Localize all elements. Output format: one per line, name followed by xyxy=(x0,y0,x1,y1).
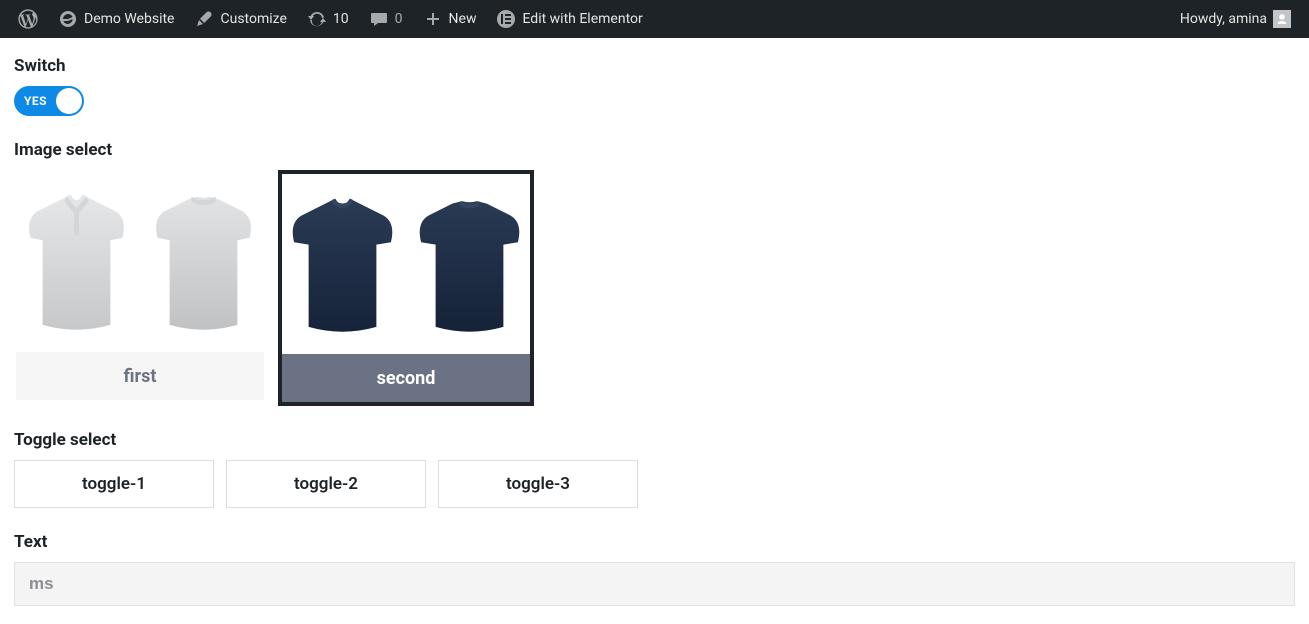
text-field-label: Text xyxy=(14,532,1295,552)
comment-icon xyxy=(369,9,389,29)
toggle-option-3[interactable]: toggle-3 xyxy=(438,460,638,508)
toggle-option-label: toggle-2 xyxy=(294,474,358,494)
switch-field: Switch YES xyxy=(14,56,1295,116)
toggle-option-2[interactable]: toggle-2 xyxy=(226,460,426,508)
comments-count: 0 xyxy=(395,11,403,27)
elementor-label: Edit with Elementor xyxy=(522,11,642,27)
site-name-label: Demo Website xyxy=(84,11,174,27)
tshirt-back-icon xyxy=(409,189,530,339)
plus-icon xyxy=(423,9,443,29)
polo-front-icon xyxy=(16,187,137,337)
refresh-icon xyxy=(307,9,327,29)
updates-count: 10 xyxy=(333,11,349,27)
new-label: New xyxy=(449,11,477,27)
customize-link[interactable]: Customize xyxy=(184,0,296,38)
switch-knob xyxy=(56,88,82,114)
customize-label: Customize xyxy=(220,11,286,27)
wordpress-icon xyxy=(18,9,38,29)
image-select-field: Image select xyxy=(14,140,1295,406)
toggle-select-label: Toggle select xyxy=(14,430,1295,450)
product-image-tshirts xyxy=(282,174,530,354)
brush-icon xyxy=(194,9,214,29)
dashboard-icon xyxy=(58,9,78,29)
site-name-menu[interactable]: Demo Website xyxy=(48,0,184,38)
account-menu[interactable]: Howdy, amina xyxy=(1170,0,1301,38)
image-option-label: second xyxy=(282,354,530,402)
switch-state-label: YES xyxy=(24,94,47,108)
updates-link[interactable]: 10 xyxy=(297,0,359,38)
image-select-label: Image select xyxy=(14,140,1295,160)
avatar xyxy=(1273,10,1291,28)
elementor-icon xyxy=(496,9,516,29)
admin-bar: Demo Website Customize 10 0 New xyxy=(0,0,1309,38)
image-select-option-second[interactable]: second xyxy=(278,170,534,406)
switch-toggle[interactable]: YES xyxy=(14,86,84,116)
image-option-label: first xyxy=(16,352,264,400)
elementor-link[interactable]: Edit with Elementor xyxy=(486,0,652,38)
toggle-option-label: toggle-1 xyxy=(82,474,146,494)
toggle-option-label: toggle-3 xyxy=(506,474,570,494)
toggle-select-field: Toggle select toggle-1 toggle-2 toggle-3 xyxy=(14,430,1295,508)
polo-back-icon xyxy=(143,187,264,337)
toggle-option-1[interactable]: toggle-1 xyxy=(14,460,214,508)
image-select-option-first[interactable]: first xyxy=(14,170,266,406)
text-input[interactable] xyxy=(14,562,1295,606)
text-field-wrapper: Text xyxy=(14,532,1295,606)
switch-label: Switch xyxy=(14,56,1295,76)
howdy-label: Howdy, amina xyxy=(1180,11,1267,27)
comments-link[interactable]: 0 xyxy=(359,0,413,38)
product-image-polos xyxy=(16,172,264,352)
tshirt-front-icon xyxy=(282,189,403,339)
wp-logo-menu[interactable] xyxy=(8,0,48,38)
new-content-link[interactable]: New xyxy=(413,0,487,38)
